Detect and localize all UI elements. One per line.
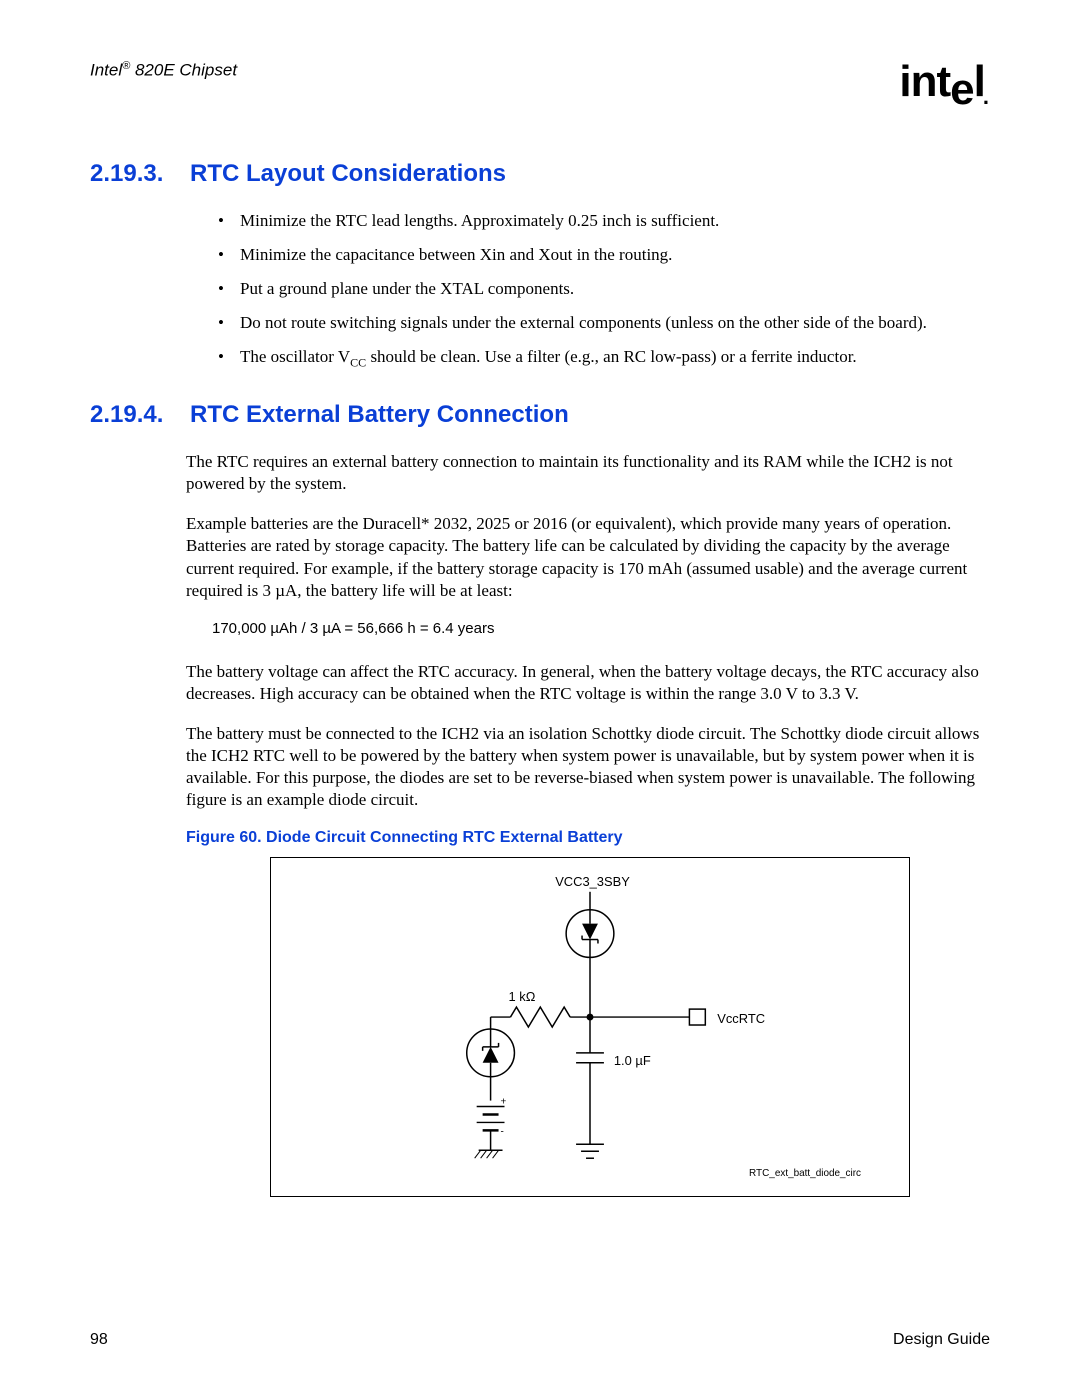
bullet-text: Minimize the RTC lead lengths. Approxima… bbox=[240, 211, 719, 230]
section-number: 2.19.3. bbox=[90, 160, 186, 188]
bullet-text: Do not route switching signals under the… bbox=[240, 313, 927, 332]
header-product: Intel® 820E Chipset bbox=[90, 60, 237, 81]
paragraph: The battery voltage can affect the RTC a… bbox=[186, 661, 990, 705]
section-number: 2.19.4. bbox=[90, 401, 186, 429]
vcc3-label: VCC3_3SBY bbox=[555, 874, 630, 889]
bullet-text: Minimize the capacitance between Xin and… bbox=[240, 245, 672, 264]
paragraph: The RTC requires an external battery con… bbox=[186, 451, 990, 495]
bullet-text: The oscillator VCC should be clean. Use … bbox=[240, 347, 857, 366]
section-title: RTC External Battery Connection bbox=[190, 401, 569, 429]
figure-caption: Figure 60. Diode Circuit Connecting RTC … bbox=[186, 829, 990, 847]
circuit-svg: VCC3_3SBY 1 kΩ + bbox=[271, 858, 909, 1196]
cap-label: 1.0 µF bbox=[614, 1053, 651, 1068]
section-heading-2-19-4: 2.19.4. RTC External Battery Connection bbox=[90, 401, 990, 429]
svg-text:-: - bbox=[501, 1127, 504, 1138]
list-item: Minimize the RTC lead lengths. Approxima… bbox=[218, 210, 990, 232]
product-suffix: 820E Chipset bbox=[130, 61, 237, 80]
list-item: Do not route switching signals under the… bbox=[218, 312, 990, 334]
page-header: Intel® 820E Chipset intel. bbox=[90, 60, 990, 110]
section-title: RTC Layout Considerations bbox=[190, 160, 506, 188]
resistor-label: 1 kΩ bbox=[508, 989, 535, 1004]
doc-type: Design Guide bbox=[893, 1331, 990, 1349]
intel-logo: intel. bbox=[899, 60, 990, 110]
page-footer: 98 Design Guide bbox=[90, 1331, 990, 1349]
paragraph: Example batteries are the Duracell* 2032… bbox=[186, 513, 990, 601]
list-item: Put a ground plane under the XTAL compon… bbox=[218, 278, 990, 300]
bullet-text: Put a ground plane under the XTAL compon… bbox=[240, 279, 574, 298]
bullet-list: Minimize the RTC lead lengths. Approxima… bbox=[218, 210, 990, 371]
vccrtc-label: VccRTC bbox=[717, 1011, 765, 1026]
list-item: The oscillator VCC should be clean. Use … bbox=[218, 346, 990, 371]
list-item: Minimize the capacitance between Xin and… bbox=[218, 244, 990, 266]
circuit-id: RTC_ext_batt_diode_circ bbox=[749, 1168, 861, 1179]
section-heading-2-19-3: 2.19.3. RTC Layout Considerations bbox=[90, 160, 990, 188]
page-number: 98 bbox=[90, 1331, 108, 1349]
calculation-line: 170,000 µAh / 3 µA = 56,666 h = 6.4 year… bbox=[212, 620, 990, 637]
circuit-diagram: VCC3_3SBY 1 kΩ + bbox=[270, 857, 910, 1197]
product-prefix: Intel bbox=[90, 61, 122, 80]
paragraph: The battery must be connected to the ICH… bbox=[186, 723, 990, 811]
